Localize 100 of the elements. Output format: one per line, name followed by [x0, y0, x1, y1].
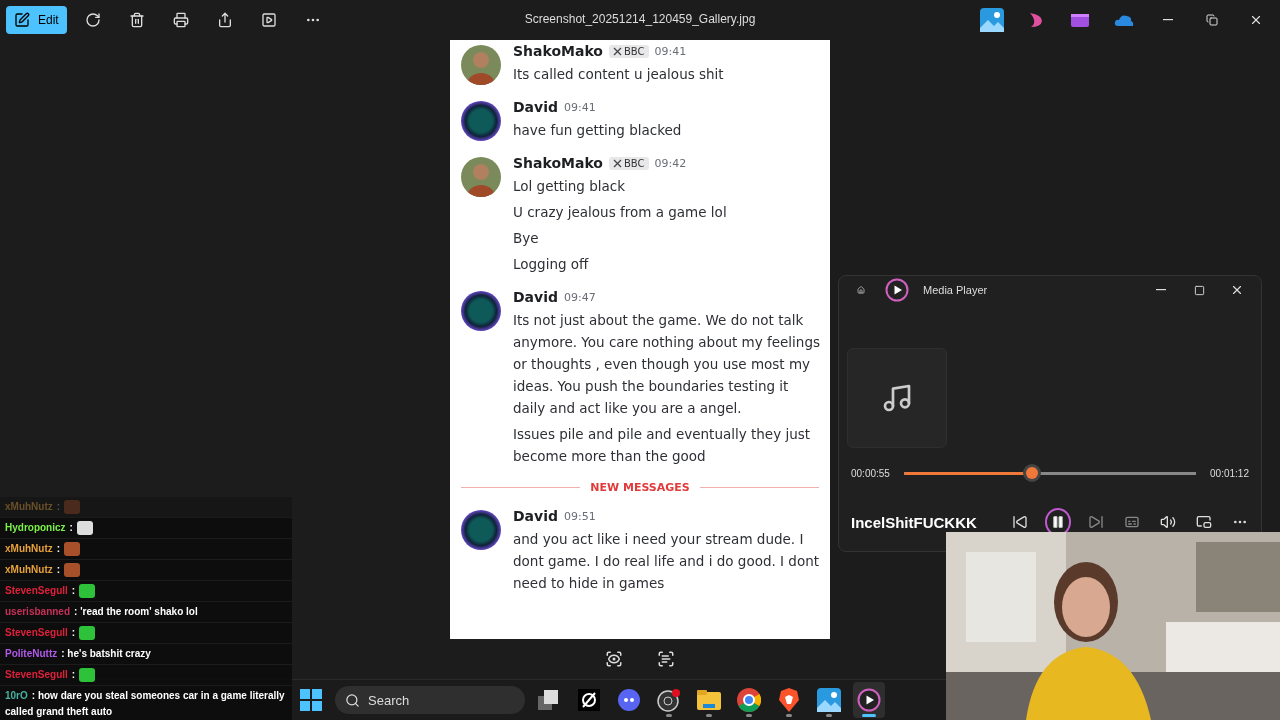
avatar-ring-icon [461, 101, 501, 141]
running-indicator [746, 714, 752, 717]
message-time: 09:41 [654, 44, 687, 58]
track-title: IncelShitFUCKKK [851, 513, 977, 531]
taskbar-app[interactable] [853, 682, 885, 718]
browser-icon [737, 688, 761, 712]
minimize-icon [1156, 289, 1166, 291]
author-name: David [513, 508, 558, 524]
close-icon [1230, 283, 1244, 297]
restore-icon [1206, 14, 1218, 26]
chat-text: : [69, 522, 73, 533]
windows-logo-icon [300, 689, 322, 711]
emote-icon [64, 500, 81, 515]
chat-message: userisbanned : 'read the room' shako lol [0, 602, 292, 622]
emote-icon [64, 542, 81, 557]
play-square-icon [260, 12, 277, 28]
player-title: Media Player [923, 284, 988, 296]
maximize-icon [1193, 284, 1205, 296]
home-icon [857, 283, 865, 297]
scan-icon [605, 650, 623, 668]
folder-icon [697, 690, 721, 710]
printer-icon [172, 12, 189, 28]
close-icon [1249, 13, 1263, 27]
message-time: 09:41 [564, 100, 596, 114]
message-text: Bye [513, 229, 540, 248]
volume-icon [1159, 514, 1176, 530]
windows-stack-icon [538, 690, 560, 710]
play-circle-icon [857, 688, 881, 712]
message-text: and you act like i need your stream dude. I dont game. I do real life and i do good. I dont need to hide in games [513, 530, 820, 593]
role-tag: BBC [609, 44, 649, 58]
message-time: 09:47 [564, 290, 596, 304]
aperture-icon [657, 688, 681, 712]
running-indicator [826, 714, 832, 717]
chat-username: xMuhNutz [5, 564, 53, 575]
image-icon [817, 688, 841, 712]
controller-face-icon [618, 689, 640, 711]
trash-icon [128, 12, 145, 28]
next-icon [1087, 514, 1104, 530]
emote-icon [64, 563, 81, 578]
message-time: 09:42 [654, 156, 687, 170]
share-icon [216, 12, 233, 28]
running-indicator [862, 714, 876, 717]
avatar-ring-icon [461, 510, 501, 550]
message-text: Lol getting black [513, 177, 627, 196]
message-text: Its called content u jealous shit [513, 65, 724, 84]
window-title: Screenshot_20251214_120459_Gallery.jpg [524, 12, 756, 26]
film-icon [1071, 12, 1089, 28]
chat-message: PoliteNuttz : he's batshit crazy [0, 644, 292, 664]
swords-icon [613, 46, 622, 56]
rotate-icon [84, 12, 101, 28]
chat-username: xMuhNutz [5, 501, 53, 512]
play-circle-icon [885, 278, 909, 302]
emote-icon [79, 668, 96, 683]
message-text: Its not just about the game. We do not talk anymore. You care nothing about my feelings or thoughts , even though you use most my ideas. You push the boundaries testing it daily and act like you are a angel. [513, 311, 820, 418]
search-field[interactable]: Search [335, 686, 525, 714]
author-name: David [513, 289, 558, 305]
edit-button[interactable]: Edit [6, 6, 67, 34]
message-text: Logging off [513, 255, 590, 274]
avatar-icon [461, 45, 501, 85]
emote-icon [79, 584, 96, 599]
running-indicator [706, 714, 712, 717]
chat-text: : [71, 585, 76, 596]
emote-icon [76, 521, 93, 536]
chat-text: : [56, 564, 61, 575]
chat-text: : [71, 627, 76, 638]
text-scan-icon [657, 650, 675, 668]
emote-icon [79, 626, 96, 641]
previous-icon [1011, 514, 1028, 530]
edit-icon [14, 12, 30, 28]
running-indicator [786, 714, 792, 717]
chat-text: : [56, 501, 61, 512]
message-text: U crazy jealous from a game lol [513, 203, 727, 222]
new-messages-label: NEW MESSAGES [590, 481, 690, 494]
chat-text: : [56, 543, 61, 554]
author-name: ShakoMako [513, 43, 603, 59]
chat-username: StevenSegull [5, 627, 68, 638]
chat-username: Hydroponicz [5, 522, 66, 533]
lion-shield-icon [778, 688, 800, 712]
chat-username: StevenSegull [5, 585, 68, 596]
pause-icon [1050, 515, 1065, 529]
current-time: 00:00:55 [851, 467, 890, 479]
message-text: have fun getting blacked [513, 121, 682, 140]
mini-player-icon [1195, 514, 1212, 530]
chat-username: StevenSegull [5, 669, 68, 680]
swords-icon [613, 158, 622, 168]
seek-thumb[interactable] [1026, 467, 1039, 479]
author-name: ShakoMako [513, 155, 603, 171]
cloud-icon [1114, 13, 1134, 27]
image-icon [980, 8, 1004, 32]
message-time: 09:51 [564, 509, 596, 523]
chat-username: xMuhNutz [5, 543, 53, 554]
total-time: 00:01:12 [1210, 467, 1249, 479]
captions-icon [1123, 514, 1140, 530]
search-icon [345, 692, 360, 708]
role-tag: BBC [609, 156, 649, 170]
minimize-icon [1163, 19, 1173, 21]
chat-text: : [71, 669, 76, 680]
avatar-icon [461, 157, 501, 197]
author-name: David [513, 99, 558, 115]
music-note-icon [881, 382, 913, 414]
